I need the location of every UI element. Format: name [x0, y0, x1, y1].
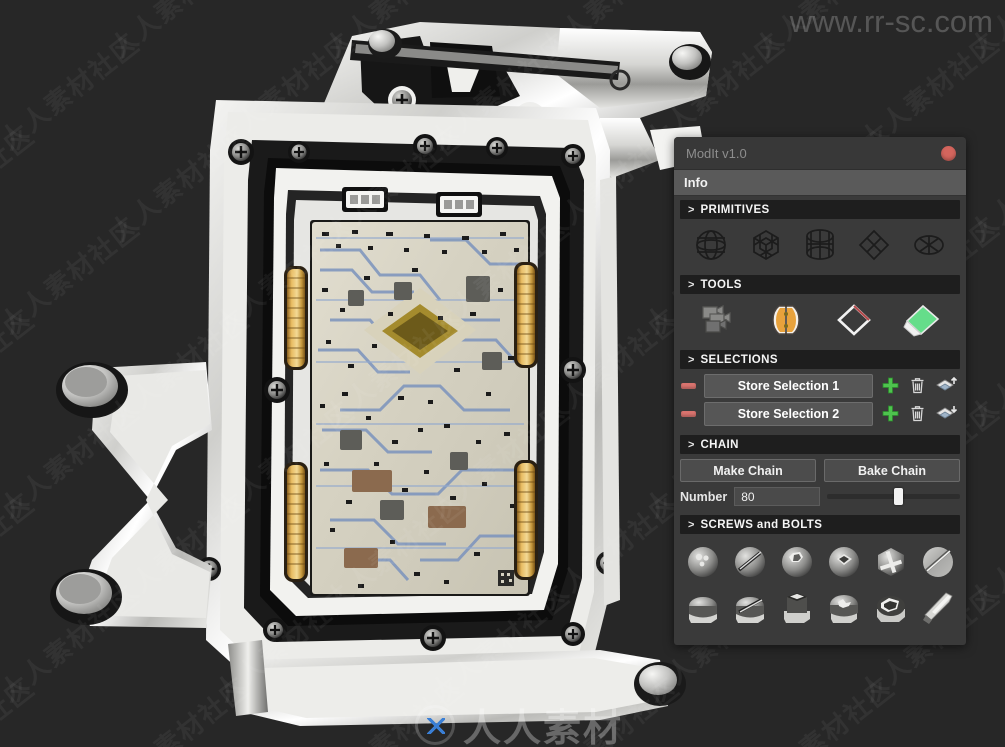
trash-icon[interactable] [907, 405, 927, 422]
section-header-primitives[interactable]: > PRIMITIVES [680, 200, 960, 219]
bolt-slotted-low[interactable] [727, 586, 772, 630]
tools-icon-row[interactable] [674, 294, 966, 346]
cube-primitive-icon[interactable] [743, 223, 789, 267]
disc-primitive-icon[interactable] [906, 223, 952, 267]
screw-phillips-dome[interactable] [680, 540, 725, 584]
bake-chain-button[interactable]: Bake Chain [824, 459, 960, 482]
cylinder-primitive-icon[interactable] [797, 223, 843, 267]
info-label: Info [684, 175, 708, 190]
number-label: Number [680, 489, 728, 504]
bolt-hex-tall[interactable] [774, 586, 819, 630]
site-logo-icon [415, 704, 455, 745]
rivet-pin[interactable] [915, 586, 960, 630]
selection-row[interactable]: Store Selection 2 [680, 401, 960, 426]
url-watermark: www.rr-sc.com [789, 4, 993, 39]
screw-cross-pan[interactable] [868, 540, 913, 584]
site-logo-watermark: 人人素材 [415, 697, 623, 747]
panel-titlebar[interactable]: ModIt v1.0 [674, 137, 966, 170]
number-input[interactable]: 80 [734, 487, 821, 506]
store-selection-1-button[interactable]: Store Selection 1 [704, 373, 873, 398]
assign-selection-up-icon[interactable] [934, 376, 960, 395]
panel-title: ModIt v1.0 [686, 145, 747, 161]
store-selection-2-button[interactable]: Store Selection 2 [704, 401, 873, 426]
selection-row[interactable]: Store Selection 1 [680, 373, 960, 398]
make-chain-button[interactable]: Make Chain [680, 459, 816, 482]
section-label-screws-and-bolts: SCREWS and BOLTS [700, 518, 823, 531]
extrude-tool-icon[interactable] [899, 298, 945, 342]
minus-icon[interactable] [680, 377, 697, 394]
chevron-right-icon: > [688, 518, 695, 531]
screws-and-bolts-grid [674, 534, 966, 638]
chain-button-row: Make Chain Bake Chain [674, 454, 966, 486]
bolt-round-low[interactable] [680, 586, 725, 630]
minus-icon[interactable] [680, 405, 697, 422]
plus-icon[interactable] [880, 377, 900, 394]
screw-slotted-flat[interactable] [915, 540, 960, 584]
chevron-right-icon: > [688, 278, 695, 291]
cut-tool-icon[interactable] [831, 298, 877, 342]
plus-icon[interactable] [880, 405, 900, 422]
duplicate-tool-icon[interactable] [695, 298, 741, 342]
close-icon[interactable] [941, 145, 956, 161]
slider-knob[interactable] [893, 488, 903, 505]
sphere-primitive-icon[interactable] [688, 223, 734, 267]
screw-square-dome[interactable] [821, 540, 866, 584]
modit-tool-panel[interactable]: ModIt v1.0 Info > PRIMITIVES > TOOLS > S… [674, 137, 966, 645]
assign-selection-down-icon[interactable] [934, 405, 960, 423]
section-label-tools: TOOLS [700, 278, 742, 291]
section-header-selections[interactable]: > SELECTIONS [680, 350, 960, 369]
section-header-screws-and-bolts[interactable]: > SCREWS and BOLTS [680, 515, 960, 534]
left-fork-arm [50, 362, 212, 628]
nut-hex-socket[interactable] [868, 586, 913, 630]
symmetry-tool-icon[interactable] [763, 298, 809, 342]
info-row[interactable]: Info [674, 170, 966, 196]
chain-number-row: Number 80 [674, 486, 966, 511]
primitives-icon-row[interactable] [674, 219, 966, 271]
section-label-selections: SELECTIONS [700, 353, 778, 366]
site-logo-label: 人人素材 [463, 706, 624, 747]
chevron-right-icon: > [688, 353, 695, 366]
plane-primitive-icon[interactable] [851, 223, 897, 267]
section-header-tools[interactable]: > TOOLS [680, 275, 960, 294]
selections-list: Store Selection 1 Store Selection 2 [674, 369, 966, 431]
trash-icon[interactable] [907, 377, 927, 394]
screw-hex-dome[interactable] [774, 540, 819, 584]
section-label-chain: CHAIN [700, 438, 739, 451]
screw-slotted-dome[interactable] [727, 540, 772, 584]
bolt-star-drive[interactable] [821, 586, 866, 630]
chevron-right-icon: > [688, 438, 695, 451]
number-slider[interactable] [827, 487, 960, 506]
app-screen: 人人素材社区 人人素材社区 人人素材社区 人人素材社区 人人素材社区 人人素材社区 人人素材… [0, 0, 1005, 747]
section-header-chain[interactable]: > CHAIN [680, 435, 960, 454]
section-label-primitives: PRIMITIVES [700, 203, 770, 216]
chevron-right-icon: > [688, 203, 695, 216]
